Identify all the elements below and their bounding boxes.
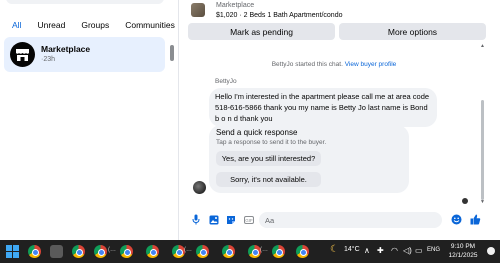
more-windows-indicator: (… [108,247,116,253]
volume-icon[interactable]: ◁) [403,246,412,255]
clock-date: 12/1/2025 [448,252,478,259]
chat-list-scrollbar[interactable] [170,45,174,61]
language-indicator[interactable]: ENG [427,247,440,253]
svg-text:GIF: GIF [245,218,253,223]
scroll-up-arrow[interactable]: ▲ [480,43,485,49]
more-windows-indicator: (… [184,247,192,253]
chat-list-panel: All Unread Groups Communities Marketplac… [0,0,175,240]
system-message-text: BettyJo started this chat. [271,61,343,68]
chrome-icon[interactable] [196,245,209,258]
tray-overflow-icon[interactable]: ∧ [364,246,370,255]
app-icon[interactable] [50,245,63,258]
quick-response-card: Send a quick response Tap a response to … [209,125,409,193]
more-windows-indicator: (… [260,247,268,253]
weather-moon-icon[interactable]: ☾ [330,244,339,255]
emoji-icon[interactable] [451,214,462,225]
view-buyer-profile-link[interactable]: View buyer profile [345,61,397,68]
messenger-window: All Unread Groups Communities Marketplac… [0,0,500,240]
chrome-icon[interactable] [94,245,107,258]
system-message: BettyJo started this chat. View buyer pr… [179,61,489,68]
quick-response-title: Send a quick response [216,128,298,137]
buyer-avatar [193,181,206,194]
seen-indicator [462,198,468,204]
listing-title: $1,020 · 2 Beds 1 Bath Apartment/condo [216,12,343,19]
chrome-icon[interactable] [120,245,133,258]
filter-groups[interactable]: Groups [75,17,115,33]
windows-start-icon[interactable] [6,245,19,258]
filter-all[interactable]: All [6,17,27,33]
taskbar-clock[interactable]: 9:10 PM 12/1/2025 [443,242,483,260]
quick-reply-still-interested[interactable]: Yes, are you still interested? [216,151,321,166]
wifi-icon[interactable]: ◠ [391,246,398,255]
chrome-icon[interactable] [28,245,41,258]
photo-icon[interactable] [208,214,219,225]
composer-bar: GIF [179,209,500,231]
search-input[interactable] [6,0,164,4]
conversation-scrollbar[interactable] [481,100,484,200]
quick-response-subtitle: Tap a response to send it to the buyer. [216,139,327,146]
thumbs-up-icon[interactable] [470,214,481,225]
chat-item-marketplace[interactable]: Marketplace ·23h [4,37,165,72]
sticker-icon[interactable] [225,214,236,225]
microphone-icon[interactable] [190,214,201,225]
scroll-down-arrow[interactable]: ▼ [480,199,485,205]
tray-app-icon[interactable]: ✚ [377,246,384,255]
filter-chips: All Unread Groups Communities [6,17,181,33]
more-options-button[interactable]: More options [339,23,486,40]
battery-icon[interactable]: ▭ [415,246,423,255]
listing-thumbnail [191,3,205,17]
chrome-icon[interactable] [72,245,85,258]
mark-as-pending-button[interactable]: Mark as pending [188,23,335,40]
chrome-icon[interactable] [272,245,285,258]
message-input[interactable] [259,212,442,228]
chrome-icon[interactable] [146,245,159,258]
listing-actions: Mark as pending More options [188,23,486,40]
notifications-icon[interactable] [487,247,495,255]
chrome-icon[interactable] [296,245,309,258]
listing-header[interactable]: Marketplace $1,020 · 2 Beds 1 Bath Apart… [188,2,488,22]
incoming-message: Hello I'm interested in the apartment pl… [209,88,437,127]
quick-reply-not-available[interactable]: Sorry, it's not available. [216,172,321,187]
chat-item-time: ·23h [41,56,56,63]
filter-unread[interactable]: Unread [31,17,71,33]
chrome-icon[interactable] [222,245,235,258]
clock-time: 9:10 PM [450,243,476,250]
filter-communities[interactable]: Communities [119,17,181,33]
conversation-panel: Marketplace $1,020 · 2 Beds 1 Bath Apart… [178,0,500,240]
windows-taskbar: (… (… (… ☾ 14°C ∧ ✚ ◠ ◁) ▭ ENG 9:10 PM 1… [0,240,500,263]
gif-icon[interactable]: GIF [243,214,254,225]
chat-item-name: Marketplace [41,44,91,54]
sender-name: BettyJo [215,78,237,85]
marketplace-icon [10,42,35,67]
listing-source: Marketplace [216,2,255,9]
weather-temperature: 14°C [344,246,360,253]
